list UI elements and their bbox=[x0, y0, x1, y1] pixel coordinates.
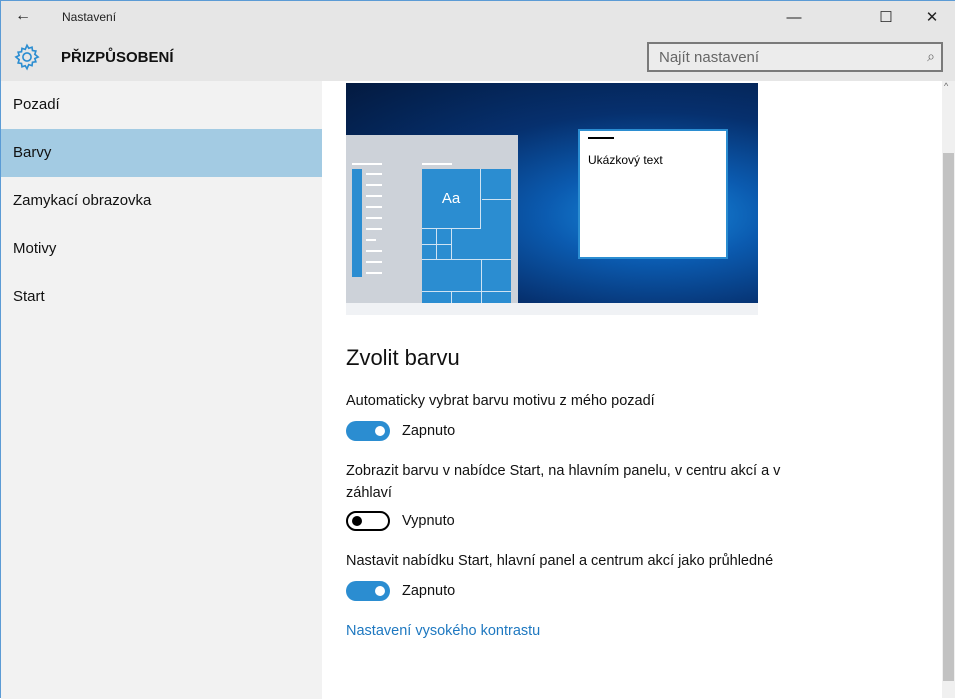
setting-label-show-color: Zobrazit barvu v nabídce Start, na hlavn… bbox=[346, 463, 781, 501]
sidebar-item-zamykaci-obrazovka[interactable]: Zamykací obrazovka bbox=[1, 177, 322, 225]
page-header: PŘIZPŮSOBENÍ Najít nastavení ⌕ bbox=[1, 33, 955, 81]
toggle-show-color[interactable] bbox=[346, 511, 390, 531]
page-title: PŘIZPŮSOBENÍ bbox=[61, 49, 174, 66]
search-input[interactable]: Najít nastavení ⌕ bbox=[647, 42, 943, 72]
maximize-button[interactable]: ☐ bbox=[863, 1, 909, 33]
toggle-transparency[interactable] bbox=[346, 581, 390, 601]
minimize-button[interactable]: — bbox=[771, 1, 817, 33]
toggle-state-auto-color: Zapnuto bbox=[402, 423, 456, 439]
color-preview: Aa Ukázkový text bbox=[346, 83, 758, 315]
scroll-up-icon[interactable]: ^ bbox=[944, 81, 948, 91]
toggle-auto-color[interactable] bbox=[346, 421, 390, 441]
main-content: Aa Ukázkový text Zvolit barvu Automatick… bbox=[322, 81, 942, 699]
close-button[interactable]: ✕ bbox=[909, 1, 955, 33]
sample-window: Ukázkový text bbox=[578, 129, 728, 259]
sidebar-item-motivy[interactable]: Motivy bbox=[1, 225, 322, 273]
title-bar: ← Nastavení — ☐ ✕ bbox=[1, 1, 955, 33]
settings-window: ← Nastavení — ☐ ✕ PŘIZPŮSOBENÍ Najít nas… bbox=[0, 0, 955, 699]
gear-icon bbox=[14, 43, 40, 71]
sidebar-item-barvy[interactable]: Barvy bbox=[1, 129, 322, 177]
toggle-state-transparency: Zapnuto bbox=[402, 583, 456, 599]
sidebar-item-start[interactable]: Start bbox=[1, 273, 322, 321]
desktop-preview: Aa Ukázkový text bbox=[346, 83, 758, 303]
scrollbar-thumb[interactable] bbox=[943, 153, 954, 681]
back-arrow-icon[interactable]: ← bbox=[15, 7, 31, 25]
preview-tile: Aa bbox=[422, 169, 481, 229]
section-heading: Zvolit barvu bbox=[346, 345, 460, 370]
start-menu-preview: Aa bbox=[346, 135, 518, 303]
high-contrast-link[interactable]: Nastavení vysokého kontrastu bbox=[346, 623, 540, 639]
app-title: Nastavení bbox=[62, 10, 117, 24]
toggle-state-show-color: Vypnuto bbox=[402, 513, 455, 529]
search-placeholder: Najít nastavení bbox=[659, 49, 760, 66]
sidebar: Pozadí Barvy Zamykací obrazovka Motivy S… bbox=[1, 81, 322, 699]
sidebar-item-pozadi[interactable]: Pozadí bbox=[1, 81, 322, 129]
search-icon[interactable]: ⌕ bbox=[927, 48, 935, 65]
setting-label-auto-color: Automaticky vybrat barvu motivu z mého p… bbox=[346, 393, 655, 409]
setting-label-transparency: Nastavit nabídku Start, hlavní panel a c… bbox=[346, 553, 774, 569]
scrollbar[interactable]: ^ bbox=[942, 81, 955, 698]
